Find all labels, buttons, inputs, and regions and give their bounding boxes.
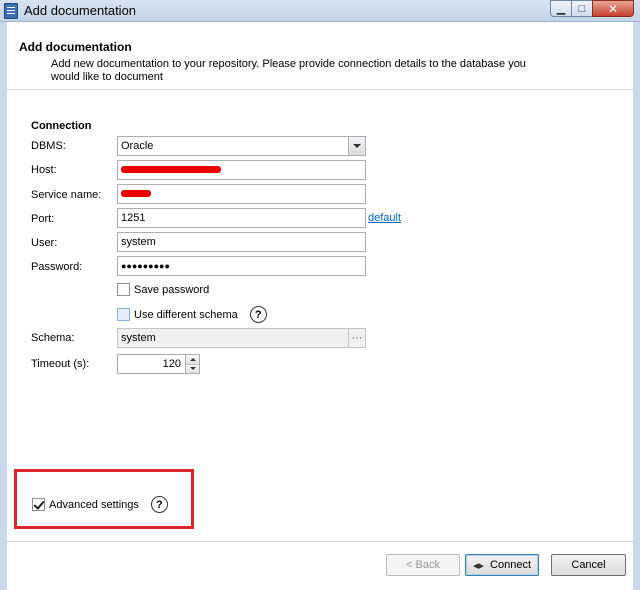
- cancel-button[interactable]: Cancel: [551, 554, 626, 576]
- dialog-content: Add documentation Add new documentation …: [7, 22, 633, 590]
- port-input[interactable]: 1251: [117, 208, 366, 228]
- page-description: Add new documentation to your repository…: [51, 58, 526, 83]
- save-password-checkbox-row[interactable]: Save password: [117, 283, 209, 296]
- redaction-mark: [121, 190, 151, 197]
- close-icon: ✕: [607, 1, 619, 16]
- advanced-settings-row[interactable]: Advanced settings ?: [32, 496, 168, 513]
- timeout-value: 120: [162, 358, 181, 370]
- connect-button[interactable]: ◂▸ Connect: [465, 554, 539, 576]
- save-password-checkbox[interactable]: [117, 283, 130, 296]
- app-icon: [4, 3, 18, 19]
- save-password-label: Save password: [134, 283, 210, 296]
- host-label: Host:: [31, 164, 57, 176]
- minimize-icon: ▁: [556, 3, 566, 15]
- use-different-schema-row[interactable]: Use different schema ?: [117, 306, 267, 323]
- connect-icon: ◂▸: [472, 559, 485, 572]
- user-label: User:: [31, 237, 58, 249]
- connection-section-title: Connection: [31, 120, 92, 132]
- user-input[interactable]: system: [117, 232, 366, 252]
- connect-label: Connect: [490, 559, 532, 571]
- schema-browse-button: ···: [348, 329, 365, 347]
- dbms-select[interactable]: Oracle: [117, 136, 366, 156]
- use-different-schema-label: Use different schema: [134, 308, 238, 321]
- dbms-label: DBMS:: [31, 140, 66, 152]
- page-title: Add documentation: [19, 40, 132, 54]
- password-input[interactable]: ●●●●●●●●●: [117, 256, 366, 276]
- chevron-up-icon: [189, 357, 196, 361]
- password-value: ●●●●●●●●●: [121, 261, 170, 271]
- dbms-dropdown-button[interactable]: [348, 137, 365, 155]
- chevron-down-icon: [189, 367, 196, 371]
- timeout-increment-button[interactable]: [186, 355, 199, 365]
- wizard-header: Add documentation Add new documentation …: [7, 22, 633, 90]
- schema-value: system: [121, 332, 156, 344]
- port-value: 1251: [121, 212, 146, 224]
- host-input[interactable]: [117, 160, 366, 180]
- back-button[interactable]: < Back: [386, 554, 460, 576]
- help-icon[interactable]: ?: [150, 496, 168, 513]
- window-controls: ▁ □ ✕: [550, 0, 634, 17]
- timeout-stepper[interactable]: 120: [117, 354, 200, 374]
- user-value: system: [121, 236, 156, 248]
- maximize-icon: □: [578, 2, 586, 15]
- chevron-down-icon: [353, 144, 361, 148]
- use-different-schema-checkbox[interactable]: [117, 308, 130, 321]
- window-frame-left: [0, 22, 7, 590]
- advanced-settings-checkbox[interactable]: [32, 498, 45, 511]
- timeout-decrement-button[interactable]: [186, 364, 199, 373]
- timeout-label: Timeout (s):: [31, 358, 90, 370]
- schema-input: system ···: [117, 328, 366, 348]
- port-default-link[interactable]: default: [368, 212, 401, 224]
- port-label: Port:: [31, 213, 55, 225]
- dbms-value: Oracle: [121, 140, 154, 152]
- schema-label: Schema:: [31, 332, 75, 344]
- window-frame-right: [633, 22, 640, 590]
- title-bar: Add documentation ▁ □ ✕: [0, 0, 640, 22]
- redaction-mark: [121, 166, 221, 173]
- window-title: Add documentation: [24, 3, 137, 18]
- maximize-button[interactable]: □: [571, 0, 593, 17]
- help-icon[interactable]: ?: [249, 306, 267, 323]
- close-button[interactable]: ✕: [592, 0, 634, 17]
- footer-divider: [7, 541, 633, 542]
- service-name-label: Service name:: [31, 189, 102, 201]
- minimize-button[interactable]: ▁: [550, 0, 572, 17]
- password-label: Password:: [31, 261, 83, 273]
- timeout-stepper-buttons: [185, 355, 199, 373]
- service-name-input[interactable]: [117, 184, 366, 204]
- advanced-settings-label: Advanced settings: [49, 498, 139, 511]
